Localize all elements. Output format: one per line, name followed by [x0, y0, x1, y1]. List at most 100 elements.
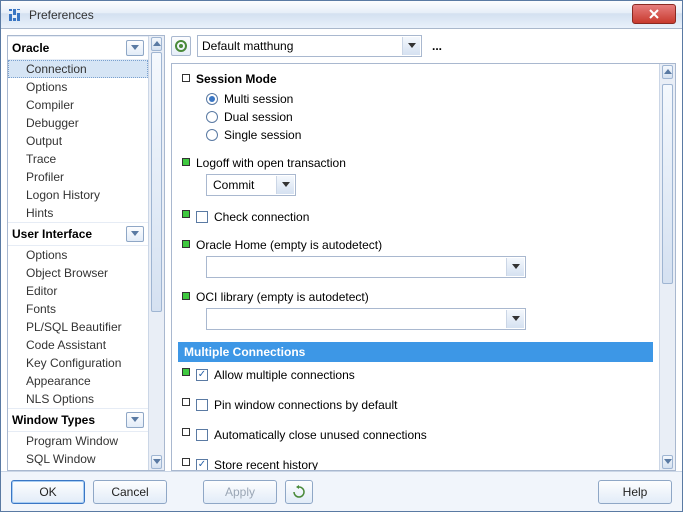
button-label: Apply	[225, 485, 255, 499]
nav-item-output[interactable]: Output	[8, 132, 148, 150]
oracle-home-select[interactable]	[206, 256, 526, 278]
nav-item-label: Hints	[26, 206, 53, 220]
radio-dual-session[interactable]: Dual session	[196, 108, 649, 126]
nav-item-fonts[interactable]: Fonts	[8, 300, 148, 318]
oracle-home-block: Oracle Home (empty is autodetect)	[178, 234, 653, 286]
scroll-down-button[interactable]	[151, 455, 162, 469]
nav-item-debugger[interactable]: Debugger	[8, 114, 148, 132]
nav-section-oracle[interactable]: Oracle	[8, 36, 148, 60]
nav-item-code-assistant[interactable]: Code Assistant	[8, 336, 148, 354]
nav-item-key-configuration[interactable]: Key Configuration	[8, 354, 148, 372]
apply-button[interactable]: Apply	[203, 480, 277, 504]
close-button[interactable]	[632, 4, 676, 24]
scroll-up-button[interactable]	[662, 65, 673, 79]
help-button[interactable]: Help	[598, 480, 672, 504]
store-recent-checkbox[interactable]: ✓Store recent history	[196, 456, 649, 470]
radio-icon	[206, 93, 218, 105]
reset-button[interactable]	[285, 480, 313, 504]
check-connection-checkbox[interactable]: Check connection	[196, 208, 649, 226]
nav-item-object-browser[interactable]: Object Browser	[8, 264, 148, 282]
nav-section-label: Window Types	[12, 413, 95, 427]
nav-item-hints[interactable]: Hints	[8, 204, 148, 222]
change-marker-icon	[182, 240, 190, 248]
nav-tree: Oracle Connection Options Compiler Debug…	[8, 36, 148, 470]
checkbox-label: Store recent history	[214, 458, 318, 470]
profile-selected-value: Default matthung	[202, 39, 293, 53]
nav-scrollbar[interactable]	[148, 36, 164, 470]
titlebar: Preferences	[1, 1, 682, 29]
dropdown-button[interactable]	[506, 310, 524, 328]
nav-item-label: Profiler	[26, 170, 64, 184]
nav-item-program-window[interactable]: Program Window	[8, 432, 148, 450]
button-label: Help	[623, 485, 648, 499]
body-area: Oracle Connection Options Compiler Debug…	[1, 29, 682, 471]
nav-item-trace[interactable]: Trace	[8, 150, 148, 168]
chevron-down-icon	[131, 231, 139, 237]
chevron-down-icon	[131, 417, 139, 423]
change-marker-icon	[182, 458, 190, 466]
nav-item-nls-options[interactable]: NLS Options	[8, 390, 148, 408]
checkbox-icon	[196, 429, 208, 441]
chevron-down-icon	[408, 43, 416, 49]
dropdown-button[interactable]	[506, 258, 524, 276]
nav-item-label: Editor	[26, 284, 57, 298]
logoff-select[interactable]: Commit	[206, 174, 296, 196]
chevron-down-icon	[131, 45, 139, 51]
scroll-thumb[interactable]	[662, 84, 673, 284]
change-marker-icon	[182, 368, 190, 376]
nav-item-test-window[interactable]: Test Window	[8, 468, 148, 470]
scroll-down-button[interactable]	[662, 455, 673, 469]
dropdown-button[interactable]	[276, 176, 294, 194]
nav-item-label: Options	[26, 80, 67, 94]
nav-item-label: PL/SQL Beautifier	[26, 320, 122, 334]
collapse-button[interactable]	[126, 412, 144, 428]
checkbox-icon: ✓	[196, 369, 208, 381]
auto-close-checkbox[interactable]: Automatically close unused connections	[196, 426, 649, 444]
dropdown-button[interactable]	[402, 37, 420, 55]
oci-library-select[interactable]	[206, 308, 526, 330]
nav-item-label: Trace	[26, 152, 56, 166]
nav-item-label: Appearance	[26, 374, 91, 388]
collapse-button[interactable]	[126, 40, 144, 56]
scroll-up-button[interactable]	[151, 37, 162, 51]
nav-item-logon-history[interactable]: Logon History	[8, 186, 148, 204]
collapse-button[interactable]	[126, 226, 144, 242]
checkbox-label: Allow multiple connections	[214, 368, 355, 382]
ok-button[interactable]: OK	[11, 480, 85, 504]
nav-item-connection[interactable]: Connection	[8, 60, 148, 78]
nav-item-label: NLS Options	[26, 392, 94, 406]
nav-section-user-interface[interactable]: User Interface	[8, 222, 148, 246]
nav-section-label: User Interface	[12, 227, 92, 241]
nav-item-label: Connection	[26, 62, 87, 76]
change-marker-icon	[182, 74, 190, 82]
nav-item-sql-window[interactable]: SQL Window	[8, 450, 148, 468]
nav-item-label: Options	[26, 248, 67, 262]
refresh-icon	[292, 485, 306, 499]
close-icon	[648, 9, 660, 19]
radio-single-session[interactable]: Single session	[196, 126, 649, 144]
store-recent-block: ✓Store recent history	[178, 452, 653, 470]
profile-select[interactable]: Default matthung	[197, 35, 422, 57]
radio-multi-session[interactable]: Multi session	[196, 90, 649, 108]
nav-item-compiler[interactable]: Compiler	[8, 96, 148, 114]
settings-content: Session Mode Multi session Dual session …	[171, 63, 676, 471]
nav-item-appearance[interactable]: Appearance	[8, 372, 148, 390]
nav-section-window-types[interactable]: Window Types	[8, 408, 148, 432]
pin-window-checkbox[interactable]: Pin window connections by default	[196, 396, 649, 414]
radio-label: Dual session	[224, 110, 293, 124]
nav-item-plsql-beautifier[interactable]: PL/SQL Beautifier	[8, 318, 148, 336]
scroll-thumb[interactable]	[151, 52, 162, 312]
allow-multiple-checkbox[interactable]: ✓ Allow multiple connections	[196, 366, 649, 384]
nav-item-options[interactable]: Options	[8, 78, 148, 96]
cancel-button[interactable]: Cancel	[93, 480, 167, 504]
content-scrollbar[interactable]	[659, 64, 675, 470]
nav-item-ui-options[interactable]: Options	[8, 246, 148, 264]
logoff-value: Commit	[213, 178, 254, 192]
nav-item-label: Program Window	[26, 434, 118, 448]
profile-more-button[interactable]: ...	[428, 37, 446, 55]
nav-section-label: Oracle	[12, 41, 49, 55]
auto-close-block: Automatically close unused connections	[178, 422, 653, 452]
nav-item-label: Output	[26, 134, 62, 148]
nav-item-editor[interactable]: Editor	[8, 282, 148, 300]
nav-item-profiler[interactable]: Profiler	[8, 168, 148, 186]
